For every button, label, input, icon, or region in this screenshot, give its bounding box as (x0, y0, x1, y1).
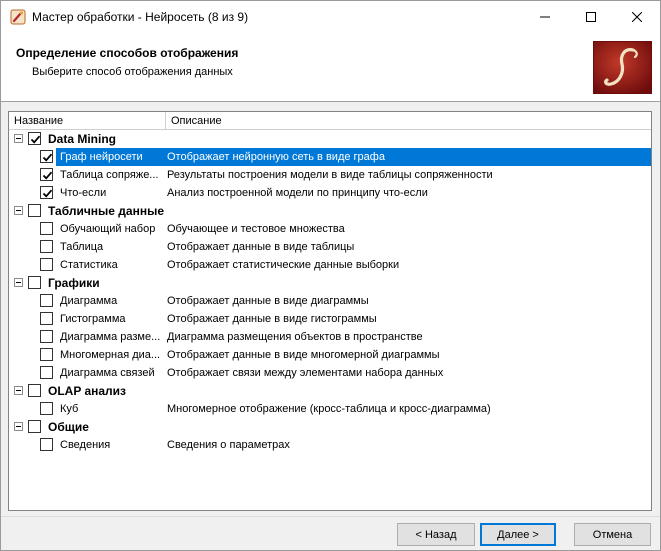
wizard-window: Мастер обработки - Нейросеть (8 из 9) Оп… (0, 0, 661, 551)
item-checkbox[interactable] (40, 348, 53, 361)
item-checkbox[interactable] (40, 186, 53, 199)
item-name: Сведения (60, 439, 111, 451)
check-icon (42, 189, 53, 198)
deductor-logo (593, 41, 652, 94)
maximize-icon (586, 11, 596, 22)
group-checkbox[interactable] (28, 204, 41, 217)
item-description: Обучающее и тестовое множества (167, 223, 345, 235)
group-label: Data Mining (48, 132, 116, 146)
title-bar: Мастер обработки - Нейросеть (8 из 9) (1, 1, 660, 32)
item-description: Анализ построенной модели по принципу чт… (167, 187, 428, 199)
tree-group-row[interactable]: Общие (9, 418, 651, 436)
maximize-button[interactable] (568, 1, 614, 32)
tree-item-row[interactable]: Диаграмма связей Отображает связи между э… (9, 364, 651, 382)
column-headers: Название Описание (9, 112, 651, 130)
group-checkbox[interactable] (28, 132, 41, 145)
item-description: Диаграмма размещения объектов в простран… (167, 331, 423, 343)
window-title: Мастер обработки - Нейросеть (8 из 9) (32, 10, 249, 24)
item-checkbox[interactable] (40, 294, 53, 307)
cancel-button[interactable]: Отмена (574, 523, 651, 546)
page-title: Определение способов отображения (16, 46, 239, 60)
item-description: Отображает нейронную сеть в виде графа (167, 151, 385, 163)
item-name: Диаграмма (60, 295, 118, 307)
item-description: Отображает данные в виде многомерной диа… (167, 349, 440, 361)
collapse-icon[interactable] (14, 206, 23, 215)
item-description: Многомерное отображение (кросс-таблица и… (167, 403, 491, 415)
item-checkbox[interactable] (40, 222, 53, 235)
item-description: Отображает статистические данные выборки (167, 259, 400, 271)
tree-item-row[interactable]: Таблица Отображает данные в виде таблицы (9, 238, 651, 256)
item-name: Обучающий набор (60, 223, 156, 235)
item-name: Многомерная диа... (60, 349, 161, 361)
tree-item-row[interactable]: Что-если Анализ построенной модели по при… (9, 184, 651, 202)
tree-group-row[interactable]: Data Mining (9, 130, 651, 148)
item-description: Отображает данные в виде таблицы (167, 241, 355, 253)
item-name: Диаграмма разме... (60, 331, 161, 343)
group-label: OLAP анализ (48, 384, 127, 398)
item-name: Диаграмма связей (60, 367, 155, 379)
wand-icon (10, 9, 26, 25)
tree-item-row[interactable]: Диаграмма Отображает данные в виде диагра… (9, 292, 651, 310)
item-name: Таблица (60, 241, 104, 253)
group-label: Общие (48, 420, 89, 434)
item-description: Отображает связи между элементами набора… (167, 367, 444, 379)
display-methods-tree[interactable]: Название Описание Data Mining Граф нейрос… (8, 111, 652, 511)
collapse-icon[interactable] (14, 134, 23, 143)
check-icon (42, 171, 53, 180)
page-subtitle: Выберите способ отображения данных (32, 66, 233, 78)
tree-item-row[interactable]: Сведения Сведения о параметрах (9, 436, 651, 454)
check-icon (30, 135, 41, 144)
item-checkbox[interactable] (40, 330, 53, 343)
tree-item-row[interactable]: Куб Многомерное отображение (кросс-таблиц… (9, 400, 651, 418)
item-name: Куб (60, 403, 79, 415)
item-description: Отображает данные в виде гистограммы (167, 313, 377, 325)
column-header-name[interactable]: Название (9, 112, 166, 130)
item-checkbox[interactable] (40, 438, 53, 451)
group-label: Графики (48, 276, 100, 290)
check-icon (42, 153, 53, 162)
tree-item-row[interactable]: Многомерная диа... Отображает данные в ви… (9, 346, 651, 364)
tree-item-row[interactable]: Диаграмма разме... Диаграмма размещения о… (9, 328, 651, 346)
item-description: Сведения о параметрах (167, 439, 290, 451)
item-checkbox[interactable] (40, 258, 53, 271)
collapse-icon[interactable] (14, 422, 23, 431)
item-description: Отображает данные в виде диаграммы (167, 295, 369, 307)
tree-item-row[interactable]: Статистика Отображает статистические данн… (9, 256, 651, 274)
next-button[interactable]: Далее > (480, 523, 556, 546)
group-checkbox[interactable] (28, 384, 41, 397)
group-label: Табличные данные (48, 204, 164, 218)
tree-group-row[interactable]: Табличные данные (9, 202, 651, 220)
item-checkbox[interactable] (40, 366, 53, 379)
item-name: Таблица сопряже... (60, 169, 159, 181)
item-name: Статистика (60, 259, 118, 271)
tree-group-row[interactable]: OLAP анализ (9, 382, 651, 400)
item-checkbox[interactable] (40, 168, 53, 181)
item-description: Результаты построения модели в виде табл… (167, 169, 493, 181)
item-checkbox[interactable] (40, 312, 53, 325)
collapse-icon[interactable] (14, 386, 23, 395)
item-checkbox[interactable] (40, 150, 53, 163)
item-name: Гистограмма (60, 313, 126, 325)
close-button[interactable] (614, 1, 660, 32)
item-name: Граф нейросети (60, 151, 143, 163)
minimize-icon (540, 16, 550, 17)
minimize-button[interactable] (522, 1, 568, 32)
footer-divider (1, 516, 660, 517)
tree-item-row[interactable]: Таблица сопряже... Результаты построения … (9, 166, 651, 184)
tree-group-row[interactable]: Графики (9, 274, 651, 292)
item-name: Что-если (60, 187, 107, 199)
back-button[interactable]: < Назад (397, 523, 475, 546)
group-checkbox[interactable] (28, 276, 41, 289)
tree-item-row[interactable]: Гистограмма Отображает данные в виде гист… (9, 310, 651, 328)
item-checkbox[interactable] (40, 402, 53, 415)
close-icon (632, 11, 642, 22)
wizard-header: Определение способов отображения Выберит… (1, 32, 660, 102)
tree-item-row[interactable]: Обучающий набор Обучающее и тестовое множ… (9, 220, 651, 238)
group-checkbox[interactable] (28, 420, 41, 433)
tree-item-row[interactable]: Граф нейросети Отображает нейронную сеть … (9, 148, 651, 166)
column-header-description[interactable]: Описание (166, 112, 651, 130)
item-checkbox[interactable] (40, 240, 53, 253)
collapse-icon[interactable] (14, 278, 23, 287)
